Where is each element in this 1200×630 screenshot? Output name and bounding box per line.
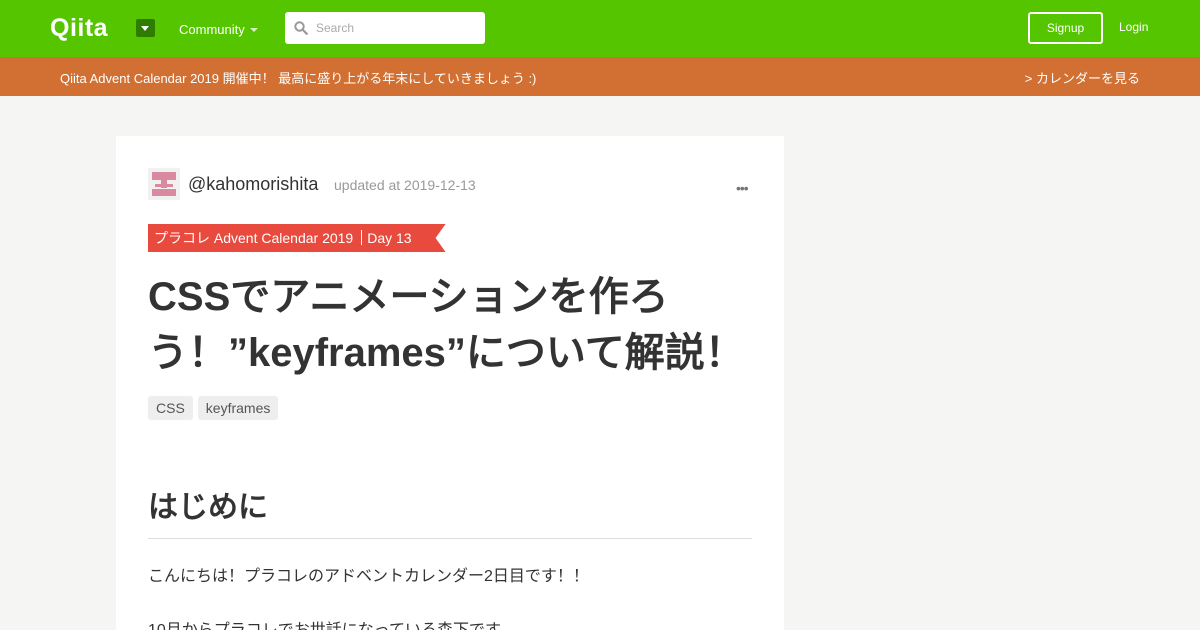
signup-button[interactable]: Signup [1028,12,1103,44]
article-card: @kahomorishita updated at 2019-12-13 •••… [116,136,784,630]
calendar-name: プラコレ Advent Calendar 2019 [154,230,354,246]
calendar-link[interactable]: > カレンダーを見る [1025,68,1140,87]
tag-css[interactable]: CSS [148,396,193,420]
section-heading: はじめに [148,486,752,539]
more-options-icon[interactable]: ••• [736,180,749,196]
paragraph: こんにちは！プラコレのアドベントカレンダー2日目です！！ [148,568,589,585]
paragraph: 10月からプラコレでお世話になっている森下です [148,616,501,630]
author-name[interactable]: @kahomorishita [188,174,318,195]
chevron-down-icon[interactable] [250,28,258,32]
qiita-logo[interactable]: Qiita [50,14,108,42]
calendar-day: Day 13 [367,230,412,246]
avatar[interactable] [148,168,180,200]
updated-date: updated at 2019-12-13 [334,177,476,193]
logo-dropdown-icon[interactable] [136,19,155,37]
community-menu[interactable]: Community [179,22,245,37]
article-title: CSSでアニメーションを作ろう！”keyframes”について解説！ [148,275,745,375]
advent-calendar-ribbon[interactable]: プラコレ Advent Calendar 2019 Day 13 [148,224,446,252]
login-link[interactable]: Login [1119,20,1148,34]
search-box[interactable] [285,12,485,44]
advent-calendar-banner: Qiita Advent Calendar 2019 開催中！ 最高に盛り上がる… [0,57,1200,96]
tag-keyframes[interactable]: keyframes [197,396,279,420]
global-header: Qiita Community Signup Login [0,0,1200,57]
search-icon [294,21,308,35]
search-input[interactable] [316,12,476,44]
banner-text: Qiita Advent Calendar 2019 開催中！ 最高に盛り上がる… [60,71,537,86]
tag-list: CSS keyframes [148,396,283,420]
ribbon-divider [361,230,362,245]
